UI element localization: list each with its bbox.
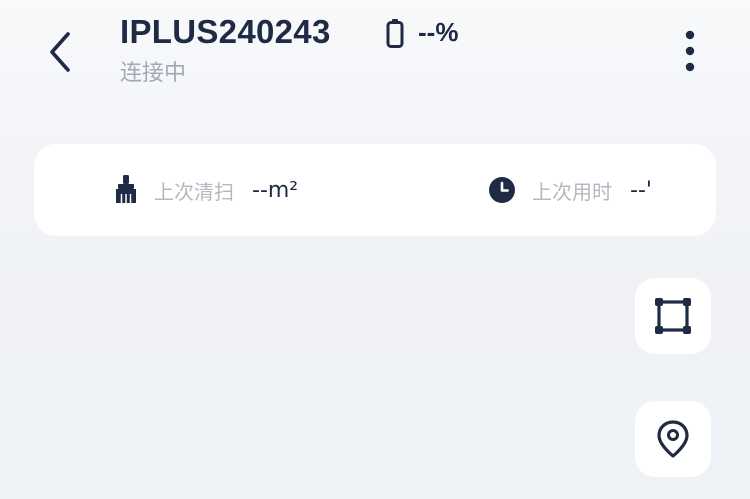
back-button[interactable]	[38, 28, 82, 76]
device-name: IPLUS240243	[120, 13, 331, 50]
last-clean-area: 上次清扫 --m²	[114, 144, 298, 236]
more-vertical-icon	[685, 30, 695, 72]
last-clean-stats-card: 上次清扫 --m² 上次用时 --'	[34, 144, 716, 236]
area-select-button[interactable]	[635, 278, 711, 354]
square-frame-icon	[655, 298, 691, 334]
more-options-button[interactable]	[674, 26, 706, 76]
battery-percentage: --%	[418, 17, 459, 47]
connection-status: 连接中	[120, 61, 187, 86]
location-pin-icon	[657, 420, 689, 458]
title-block: IPLUS240243 连接中	[120, 12, 331, 88]
last-clean-area-value: --m²	[252, 177, 299, 203]
battery-indicator: --%	[386, 17, 458, 48]
last-clean-time-label: 上次用时	[532, 179, 612, 204]
clock-icon	[489, 177, 515, 203]
top-bar: IPLUS240243 连接中 --%	[0, 0, 750, 110]
last-clean-time: 上次用时 --'	[488, 144, 652, 236]
last-clean-time-value: --'	[630, 177, 652, 203]
battery-icon	[386, 18, 404, 48]
brush-icon	[116, 175, 136, 203]
chevron-left-icon	[50, 32, 70, 72]
last-clean-area-label: 上次清扫	[154, 179, 234, 204]
location-button[interactable]	[635, 401, 711, 477]
